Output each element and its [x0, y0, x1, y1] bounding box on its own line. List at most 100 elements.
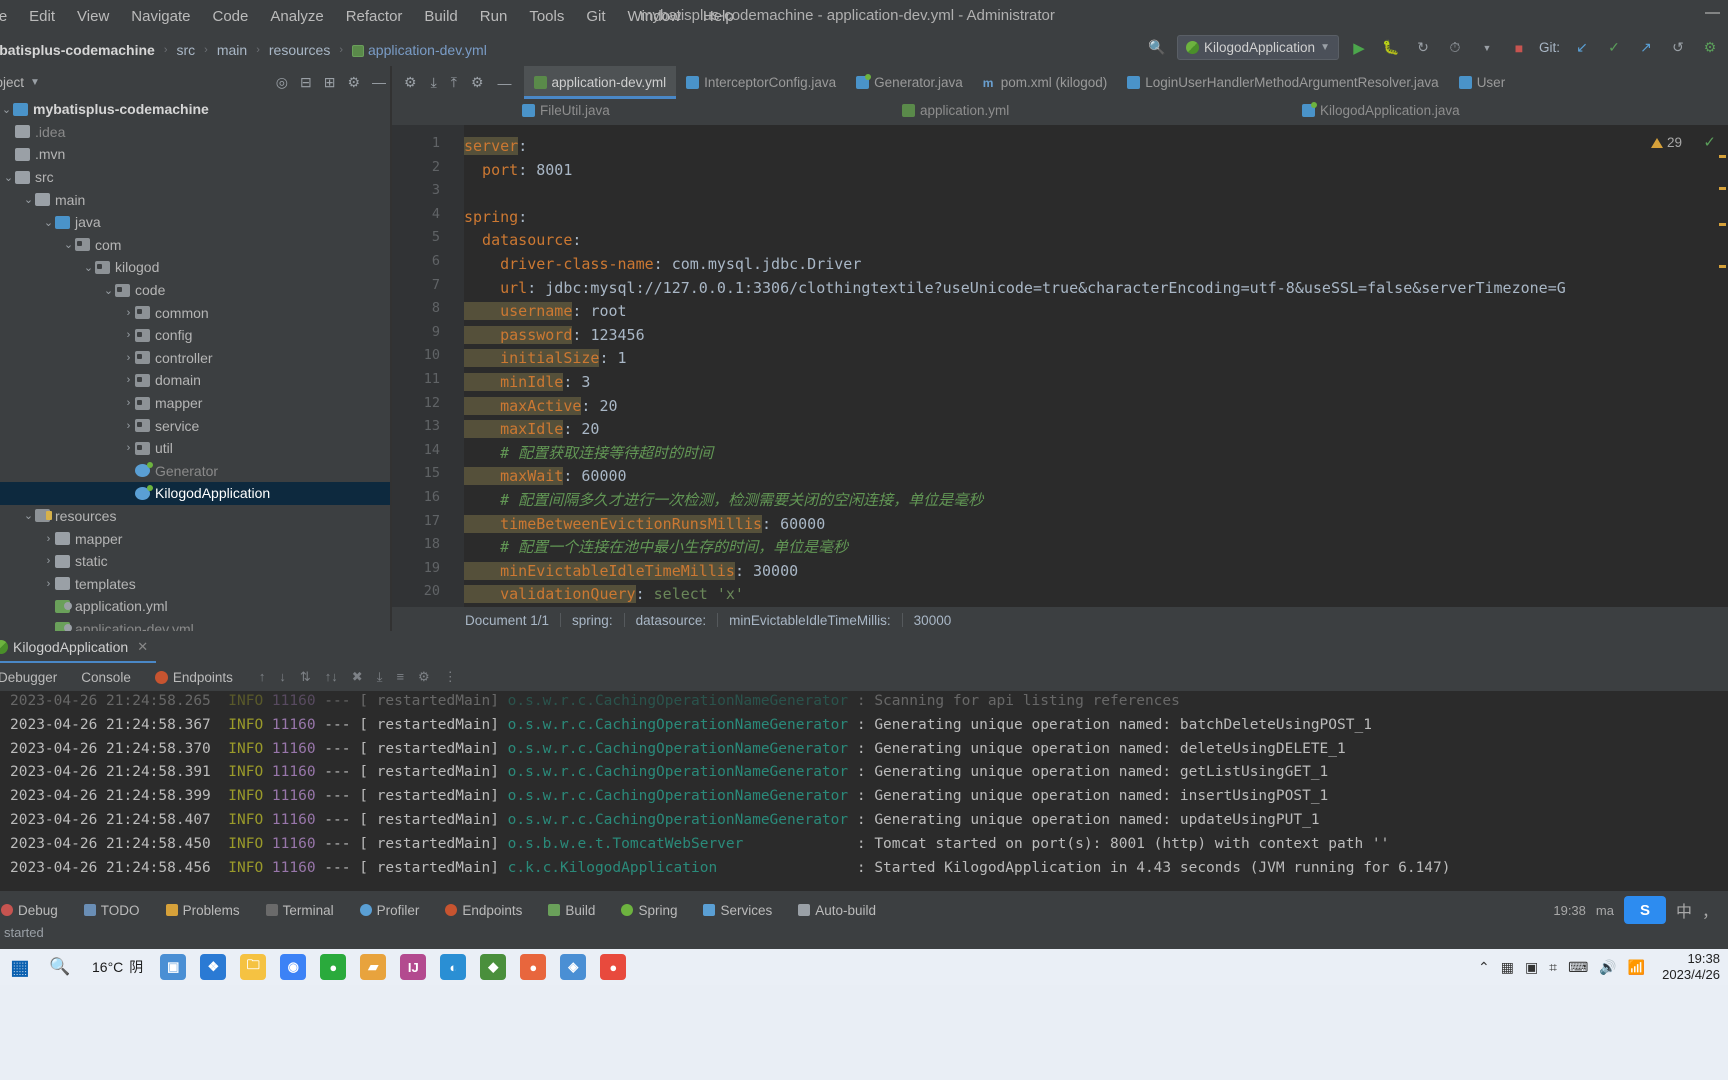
wechat-icon[interactable]: ● — [320, 954, 347, 980]
tree-node-application-dev-yml[interactable]: application-dev.yml — [0, 618, 392, 631]
code-line[interactable]: # 配置获取连接等待超时的时间 — [464, 442, 713, 466]
tray-icon-4[interactable]: ⌨ — [1568, 959, 1588, 976]
editor-gutter[interactable]: 1 2 3 4 5 6 7 8 9 10 11 12 13 14 15 16 17 18 19 20 — [392, 125, 448, 607]
menu-item-refactor[interactable]: Refactor — [335, 4, 414, 29]
status-button-problems[interactable]: Problems — [153, 903, 253, 918]
ime-language[interactable]: 中 — [1676, 898, 1692, 922]
tree-node-resources[interactable]: ⌄ resources — [0, 505, 392, 528]
settings-list-icon[interactable]: ≡ — [396, 669, 404, 685]
widgets-icon[interactable]: ❖ — [200, 954, 227, 980]
search-icon[interactable]: 🔍 — [47, 954, 73, 980]
run-icon[interactable]: ▶ — [1347, 36, 1371, 60]
run-tab-endpoints[interactable]: Endpoints — [143, 670, 245, 685]
taskbar-clock[interactable]: 19:38 2023/4/26 — [1662, 951, 1720, 984]
gear-icon[interactable]: ⚙ — [418, 669, 430, 685]
collapse-all-icon[interactable]: ⊞ — [324, 74, 336, 91]
editor-tab-application-yml[interactable]: application.yml — [902, 103, 1009, 118]
inspection-widget[interactable]: 29 — [1650, 135, 1682, 150]
tree-node-application-yml[interactable]: application.yml — [0, 595, 392, 618]
tree-node-generator[interactable]: Generator — [0, 460, 392, 483]
code-line[interactable]: port: 8001 — [464, 159, 572, 183]
folder-icon[interactable]: ▰ — [360, 954, 387, 980]
chevron-down-icon[interactable]: ⌄ — [0, 103, 13, 116]
code-line[interactable]: maxIdle: 20 — [464, 418, 599, 442]
commit-icon[interactable]: ✓ — [1602, 36, 1626, 60]
tree-node-mapper[interactable]: › mapper — [0, 392, 392, 415]
tray-icon-1[interactable]: ▦ — [1501, 959, 1514, 976]
editor-tab-pom-xml--kilogod-[interactable]: m pom.xml (kilogod) — [973, 66, 1118, 99]
ime-sogou-icon[interactable]: S — [1623, 896, 1666, 924]
expand-icon[interactable]: ⤓ — [431, 74, 437, 91]
status-button-terminal[interactable]: Terminal — [253, 903, 347, 918]
menu-item-code[interactable]: Code — [201, 4, 259, 29]
project-tree[interactable]: ⌄ mybatisplus-codemachine .idea .mvn ⌄ src ⌄ ma… — [0, 98, 392, 631]
tree-node-code[interactable]: ⌄ code — [0, 279, 392, 302]
editor-tab-user[interactable]: User — [1449, 66, 1516, 99]
status-button-build[interactable]: Build — [535, 903, 608, 918]
expand-all-icon[interactable]: ⊟ — [300, 74, 312, 91]
windows-start-icon[interactable]: ▦ — [7, 954, 33, 980]
run-tab-debugger[interactable]: Debugger — [0, 670, 69, 685]
navicat-icon[interactable]: ◆ — [480, 954, 507, 980]
editor-scrollbar[interactable] — [1716, 125, 1728, 607]
status-button-debug[interactable]: Debug — [0, 903, 71, 918]
breadcrumb-item-0[interactable]: mybatisplus-codemachine — [0, 40, 164, 60]
code-line[interactable]: password: 123456 — [464, 324, 645, 348]
status-button-spring[interactable]: Spring — [608, 903, 690, 918]
run-session-tab[interactable]: KilogodApplication ✕ — [0, 633, 157, 663]
chevron-down-icon[interactable]: ⌄ — [82, 261, 95, 274]
tray-icon-0[interactable]: ⌃ — [1478, 959, 1490, 976]
tree-node-mybatisplus-codemachine[interactable]: ⌄ mybatisplus-codemachine — [0, 98, 392, 121]
tree-node-service[interactable]: › service — [0, 414, 392, 437]
tree-node-util[interactable]: › util — [0, 437, 392, 460]
status-memory[interactable]: ma — [1596, 903, 1614, 918]
debug-icon[interactable]: 🐛 — [1379, 36, 1403, 60]
chevron-right-icon[interactable]: › — [122, 420, 135, 432]
idea-icon[interactable]: IJ — [400, 954, 427, 980]
chevron-down-icon[interactable]: ⌄ — [2, 171, 15, 184]
tray-icon-3[interactable]: ⌗ — [1549, 959, 1557, 976]
history-icon[interactable]: ↺ — [1666, 36, 1690, 60]
status-button-todo[interactable]: TODO — [71, 903, 153, 918]
tree-node-kilogod[interactable]: ⌄ kilogod — [0, 256, 392, 279]
status-button-auto-build[interactable]: Auto-build — [785, 903, 889, 918]
tree-node-com[interactable]: ⌄ com — [0, 234, 392, 257]
scroll-down-icon[interactable]: ↓ — [279, 669, 286, 685]
chevron-right-icon[interactable]: › — [122, 329, 135, 341]
inspection-ok-icon[interactable]: ✓ — [1703, 133, 1716, 151]
code-line[interactable]: timeBetweenEvictionRunsMillis: 60000 — [464, 513, 825, 537]
code-line[interactable]: maxActive: 20 — [464, 395, 618, 419]
scroll-up-icon[interactable]: ↑ — [259, 669, 266, 685]
chevron-down-icon[interactable]: ▼ — [30, 77, 40, 88]
vscode-icon[interactable]: ◈ — [560, 954, 587, 980]
code-line[interactable]: username: root — [464, 300, 627, 324]
chevron-right-icon[interactable]: › — [122, 307, 135, 319]
status-button-endpoints[interactable]: Endpoints — [432, 903, 535, 918]
tree-node-controller[interactable]: › controller — [0, 347, 392, 370]
chrome-icon[interactable]: ◉ — [280, 954, 307, 980]
search-everywhere-icon[interactable]: 🔍 — [1145, 36, 1169, 60]
editor-tab-application-dev-yml[interactable]: application-dev.yml — [523, 66, 677, 99]
console-output[interactable]: 2023-04-26 21:24:58.265 INFO 11160 --- [… — [0, 691, 1728, 891]
breadcrumb-item-4[interactable]: application-dev.yml — [343, 40, 496, 60]
collapse-icon[interactable]: ⤒ — [451, 74, 457, 91]
run-tab-console[interactable]: ▶Console — [0, 670, 1728, 921]
settings-icon[interactable]: ⚙ — [347, 74, 360, 91]
chevron-right-icon[interactable]: › — [42, 533, 55, 545]
qq-icon[interactable]: ● — [600, 954, 627, 980]
tray-icon-2[interactable]: ▣ — [1525, 959, 1538, 976]
rerun-icon[interactable]: ↻ — [1411, 36, 1435, 60]
editor-tab-generator-java[interactable]: Generator.java — [846, 66, 973, 99]
menu-item-navigate[interactable]: Navigate — [120, 4, 201, 29]
chevron-down-icon[interactable]: ⌄ — [42, 216, 55, 229]
soft-wrap-icon[interactable]: ⇅ — [300, 669, 311, 685]
editor-tab-interceptorconfig-java[interactable]: InterceptorConfig.java — [676, 66, 846, 99]
menu-item-file[interactable]: File — [0, 4, 18, 29]
status-button-profiler[interactable]: Profiler — [347, 903, 433, 918]
chevron-right-icon[interactable]: › — [122, 352, 135, 364]
menu-item-run[interactable]: Run — [469, 4, 519, 29]
more-icon[interactable]: ⋮ — [444, 669, 457, 685]
code-line[interactable]: datasource: — [464, 229, 581, 253]
chevron-down-icon[interactable]: ⌄ — [22, 193, 35, 206]
code-line[interactable]: validationQuery: select 'x' — [464, 583, 744, 607]
